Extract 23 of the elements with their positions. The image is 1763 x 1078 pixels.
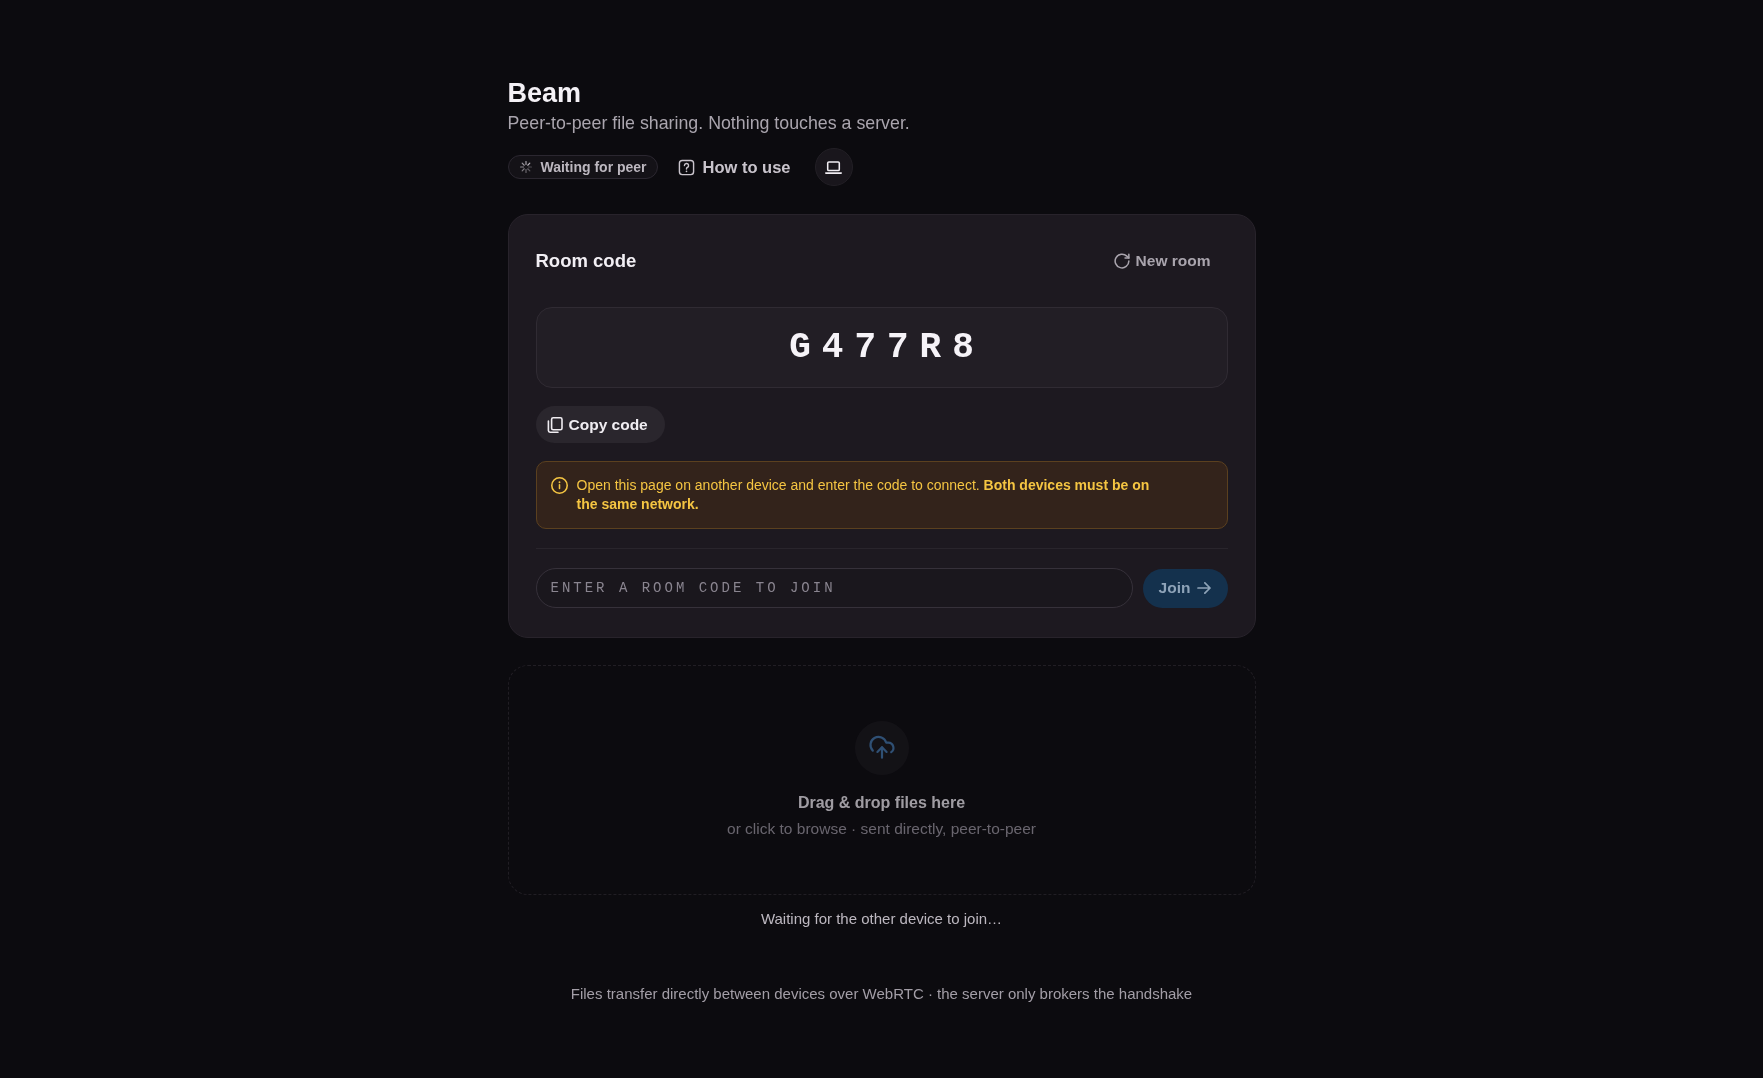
copy-icon: [546, 416, 563, 433]
status-text: Waiting for peer: [540, 159, 647, 175]
room-code-label: Room code: [535, 250, 637, 272]
app-tagline: Peer-to-peer file sharing. Nothing touches a server.: [507, 112, 910, 134]
notice-text: Open this page on another device and enter the code to connect. Both devices must be on the same network.: [576, 476, 1151, 514]
waiting-message: Waiting for the other device to join…: [760, 909, 1003, 929]
arrow-right-icon: [1197, 582, 1212, 594]
room-code: G477R8: [535, 307, 1228, 388]
app-title: Beam: [507, 77, 582, 109]
refresh-icon: [1113, 253, 1130, 269]
laptop-icon: [825, 160, 843, 174]
help-link[interactable]: How to use: [677, 153, 791, 181]
info-icon: [550, 477, 568, 494]
room-code-input[interactable]: ENTER A ROOM CODE TO JOIN: [535, 568, 1133, 608]
cloud-upload-icon: [854, 721, 909, 775]
drop-zone-title: Drag & drop files here: [797, 793, 966, 813]
drop-zone-hint: or click to browse · sent directly, peer-to-peer: [727, 819, 1036, 839]
question-icon: [677, 158, 695, 176]
spinner-icon: [519, 161, 532, 173]
new-room-button[interactable]: New room: [1101, 244, 1228, 278]
footer-note: Files transfer directly between devices over WebRTC · the server only brokers the handshake: [570, 984, 1193, 1004]
laptop-button[interactable]: [814, 148, 853, 186]
copy-code-button[interactable]: Copy code: [535, 406, 665, 443]
